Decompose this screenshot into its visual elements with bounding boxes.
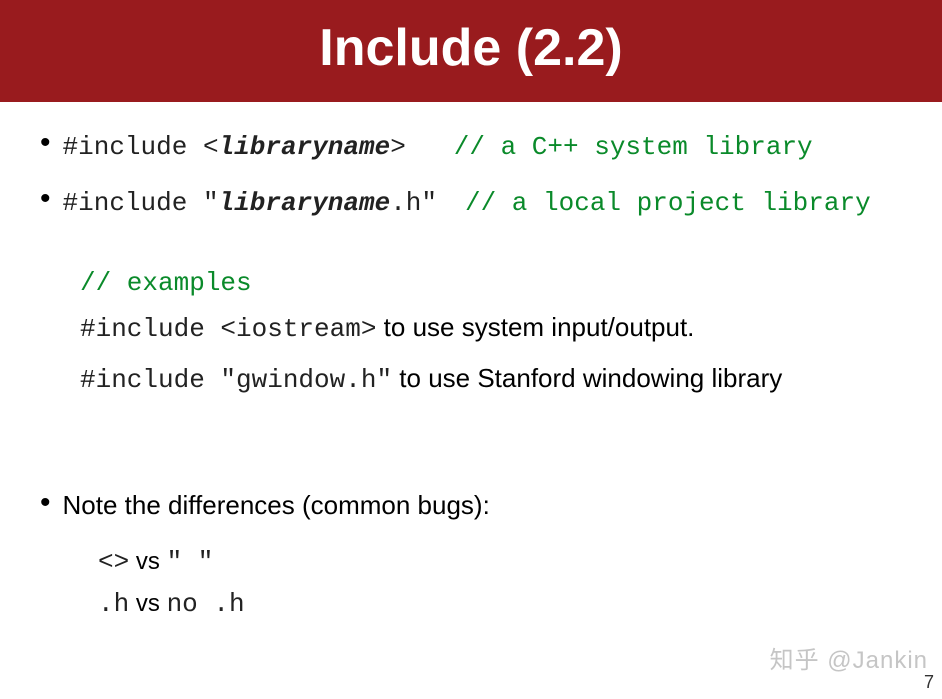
example-1-text: to use system input/output. [376,312,694,342]
code-suffix: > [390,132,406,162]
example-line-1: #include <iostream> to use system input/… [80,308,922,349]
bullet-item-1: • #include <libraryname> // a C++ system … [40,130,922,162]
example-2-text: to use Stanford windowing library [392,363,782,393]
code-comment: // a C++ system library [454,132,813,162]
title-text: Include (2.2) [319,19,622,77]
bullet-icon: • [40,184,51,214]
note-line-2: .h vs no .h [98,587,922,619]
code-libname: libraryname [219,132,391,162]
slide-content: • #include <libraryname>// a C++ system … [0,102,942,619]
bullet-item-2: • #include "libraryname.h" // a local pro… [40,186,922,218]
watermark: 知乎 @Jankin [770,640,928,675]
note-1-vs: vs [129,548,166,575]
examples-block: // examples #include <iostream> to use s… [80,268,922,400]
code-suffix: .h" [390,188,437,218]
bullet-icon: • [40,128,51,158]
page-number: 7 [924,672,934,693]
example-line-2: #include "gwindow.h" to use Stanford win… [80,359,922,400]
note-block: • Note the differences (common bugs): <>… [40,490,922,619]
example-2-code: #include "gwindow.h" [80,365,392,395]
examples-heading: // examples [80,268,922,298]
code-prefix: #include < [63,132,219,162]
note-sublist: <> vs " " .h vs no .h [98,545,922,619]
note-line-1: <> vs " " [98,545,922,577]
bullet-item-3: • Note the differences (common bugs): [40,490,922,521]
note-2-vs: vs [129,590,166,617]
bullet-1-body: #include <libraryname> // a C++ system li… [63,132,813,162]
example-1-code: #include <iostream> [80,314,376,344]
code-libname: libraryname [219,188,391,218]
note-1b: " " [167,547,214,577]
code-prefix: #include " [63,188,219,218]
note-heading: Note the differences (common bugs): [63,490,490,521]
note-1a: <> [98,547,129,577]
note-2b: no .h [167,589,245,619]
slide-title: Include (2.2) [0,0,942,102]
bullet-icon: • [40,488,51,518]
note-2a: .h [98,589,129,619]
bullet-2-body: #include "libraryname.h" // a local proje… [63,188,871,218]
code-comment: // a local project library [465,188,871,218]
